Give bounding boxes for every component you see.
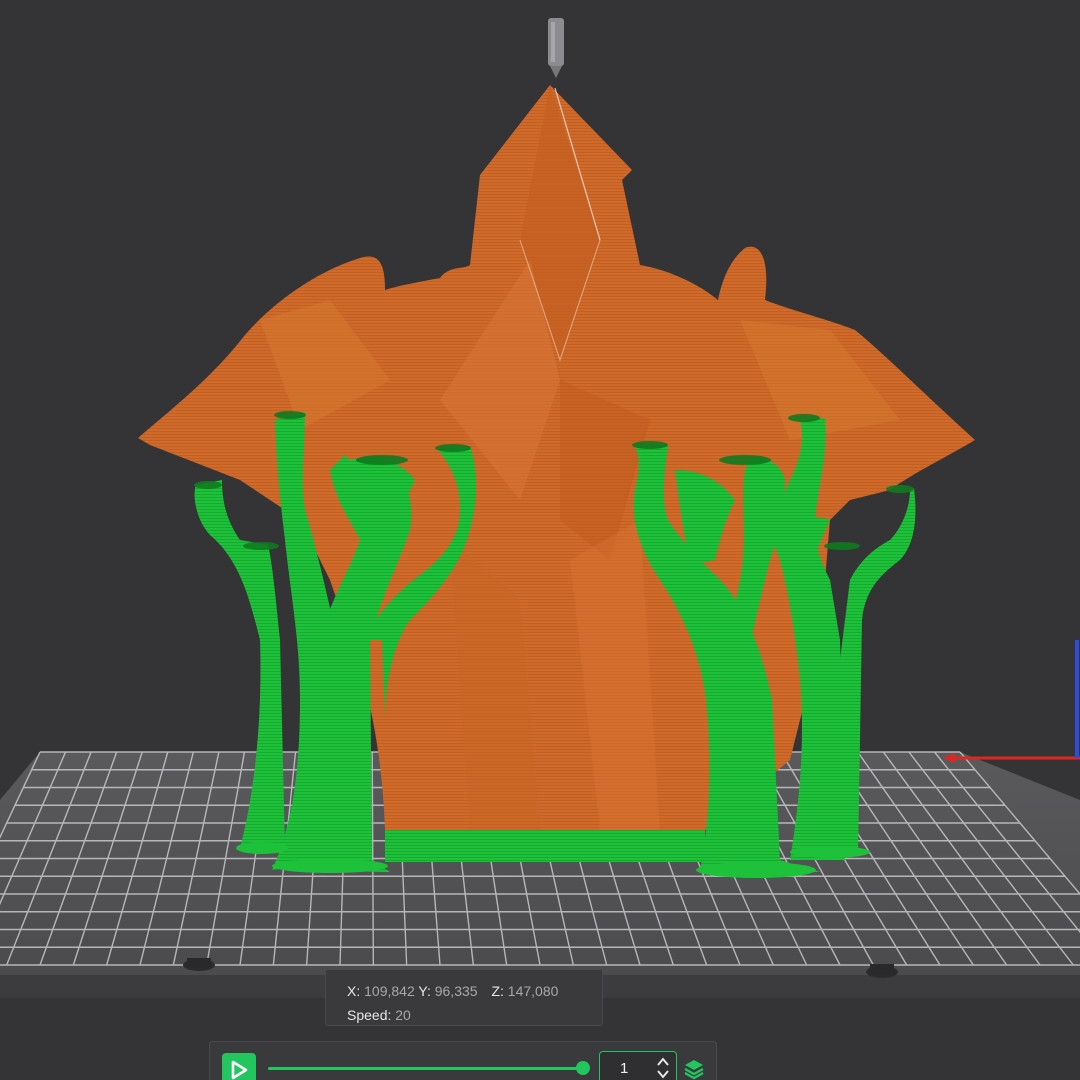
playback-bar: 1 bbox=[209, 1041, 717, 1080]
z-label: Z: bbox=[491, 983, 504, 999]
nozzle-icon bbox=[548, 18, 564, 78]
coordinates-row: X: 109,842 Y: 96,335 Z: 147,080 bbox=[347, 979, 602, 1003]
spinner-arrows-icon[interactable] bbox=[655, 1056, 671, 1080]
x-value: 109,842 bbox=[364, 983, 415, 999]
layer-number-input[interactable]: 1 bbox=[599, 1051, 677, 1080]
layer-slider-handle[interactable] bbox=[576, 1061, 590, 1075]
x-label: X: bbox=[347, 983, 361, 999]
gcode-info-panel: X: 109,842 Y: 96,335 Z: 147,080 Speed: 2… bbox=[325, 969, 603, 1026]
speed-row: Speed: 20 bbox=[347, 1003, 602, 1027]
layer-slider-track[interactable] bbox=[268, 1067, 582, 1070]
speed-label: Speed: bbox=[347, 1007, 392, 1023]
layers-icon[interactable] bbox=[683, 1058, 705, 1080]
z-value: 147,080 bbox=[507, 983, 559, 999]
y-label: Y: bbox=[418, 983, 431, 999]
gcode-preview-scene[interactable] bbox=[0, 0, 1080, 1080]
play-icon bbox=[231, 1060, 248, 1080]
layer-value: 1 bbox=[620, 1060, 629, 1077]
3d-preview-viewport[interactable]: X: 109,842 Y: 96,335 Z: 147,080 Speed: 2… bbox=[0, 0, 1080, 1080]
play-button[interactable] bbox=[222, 1053, 256, 1080]
y-value: 96,335 bbox=[434, 983, 478, 999]
axis-indicator bbox=[943, 640, 1080, 763]
speed-value: 20 bbox=[395, 1007, 411, 1023]
